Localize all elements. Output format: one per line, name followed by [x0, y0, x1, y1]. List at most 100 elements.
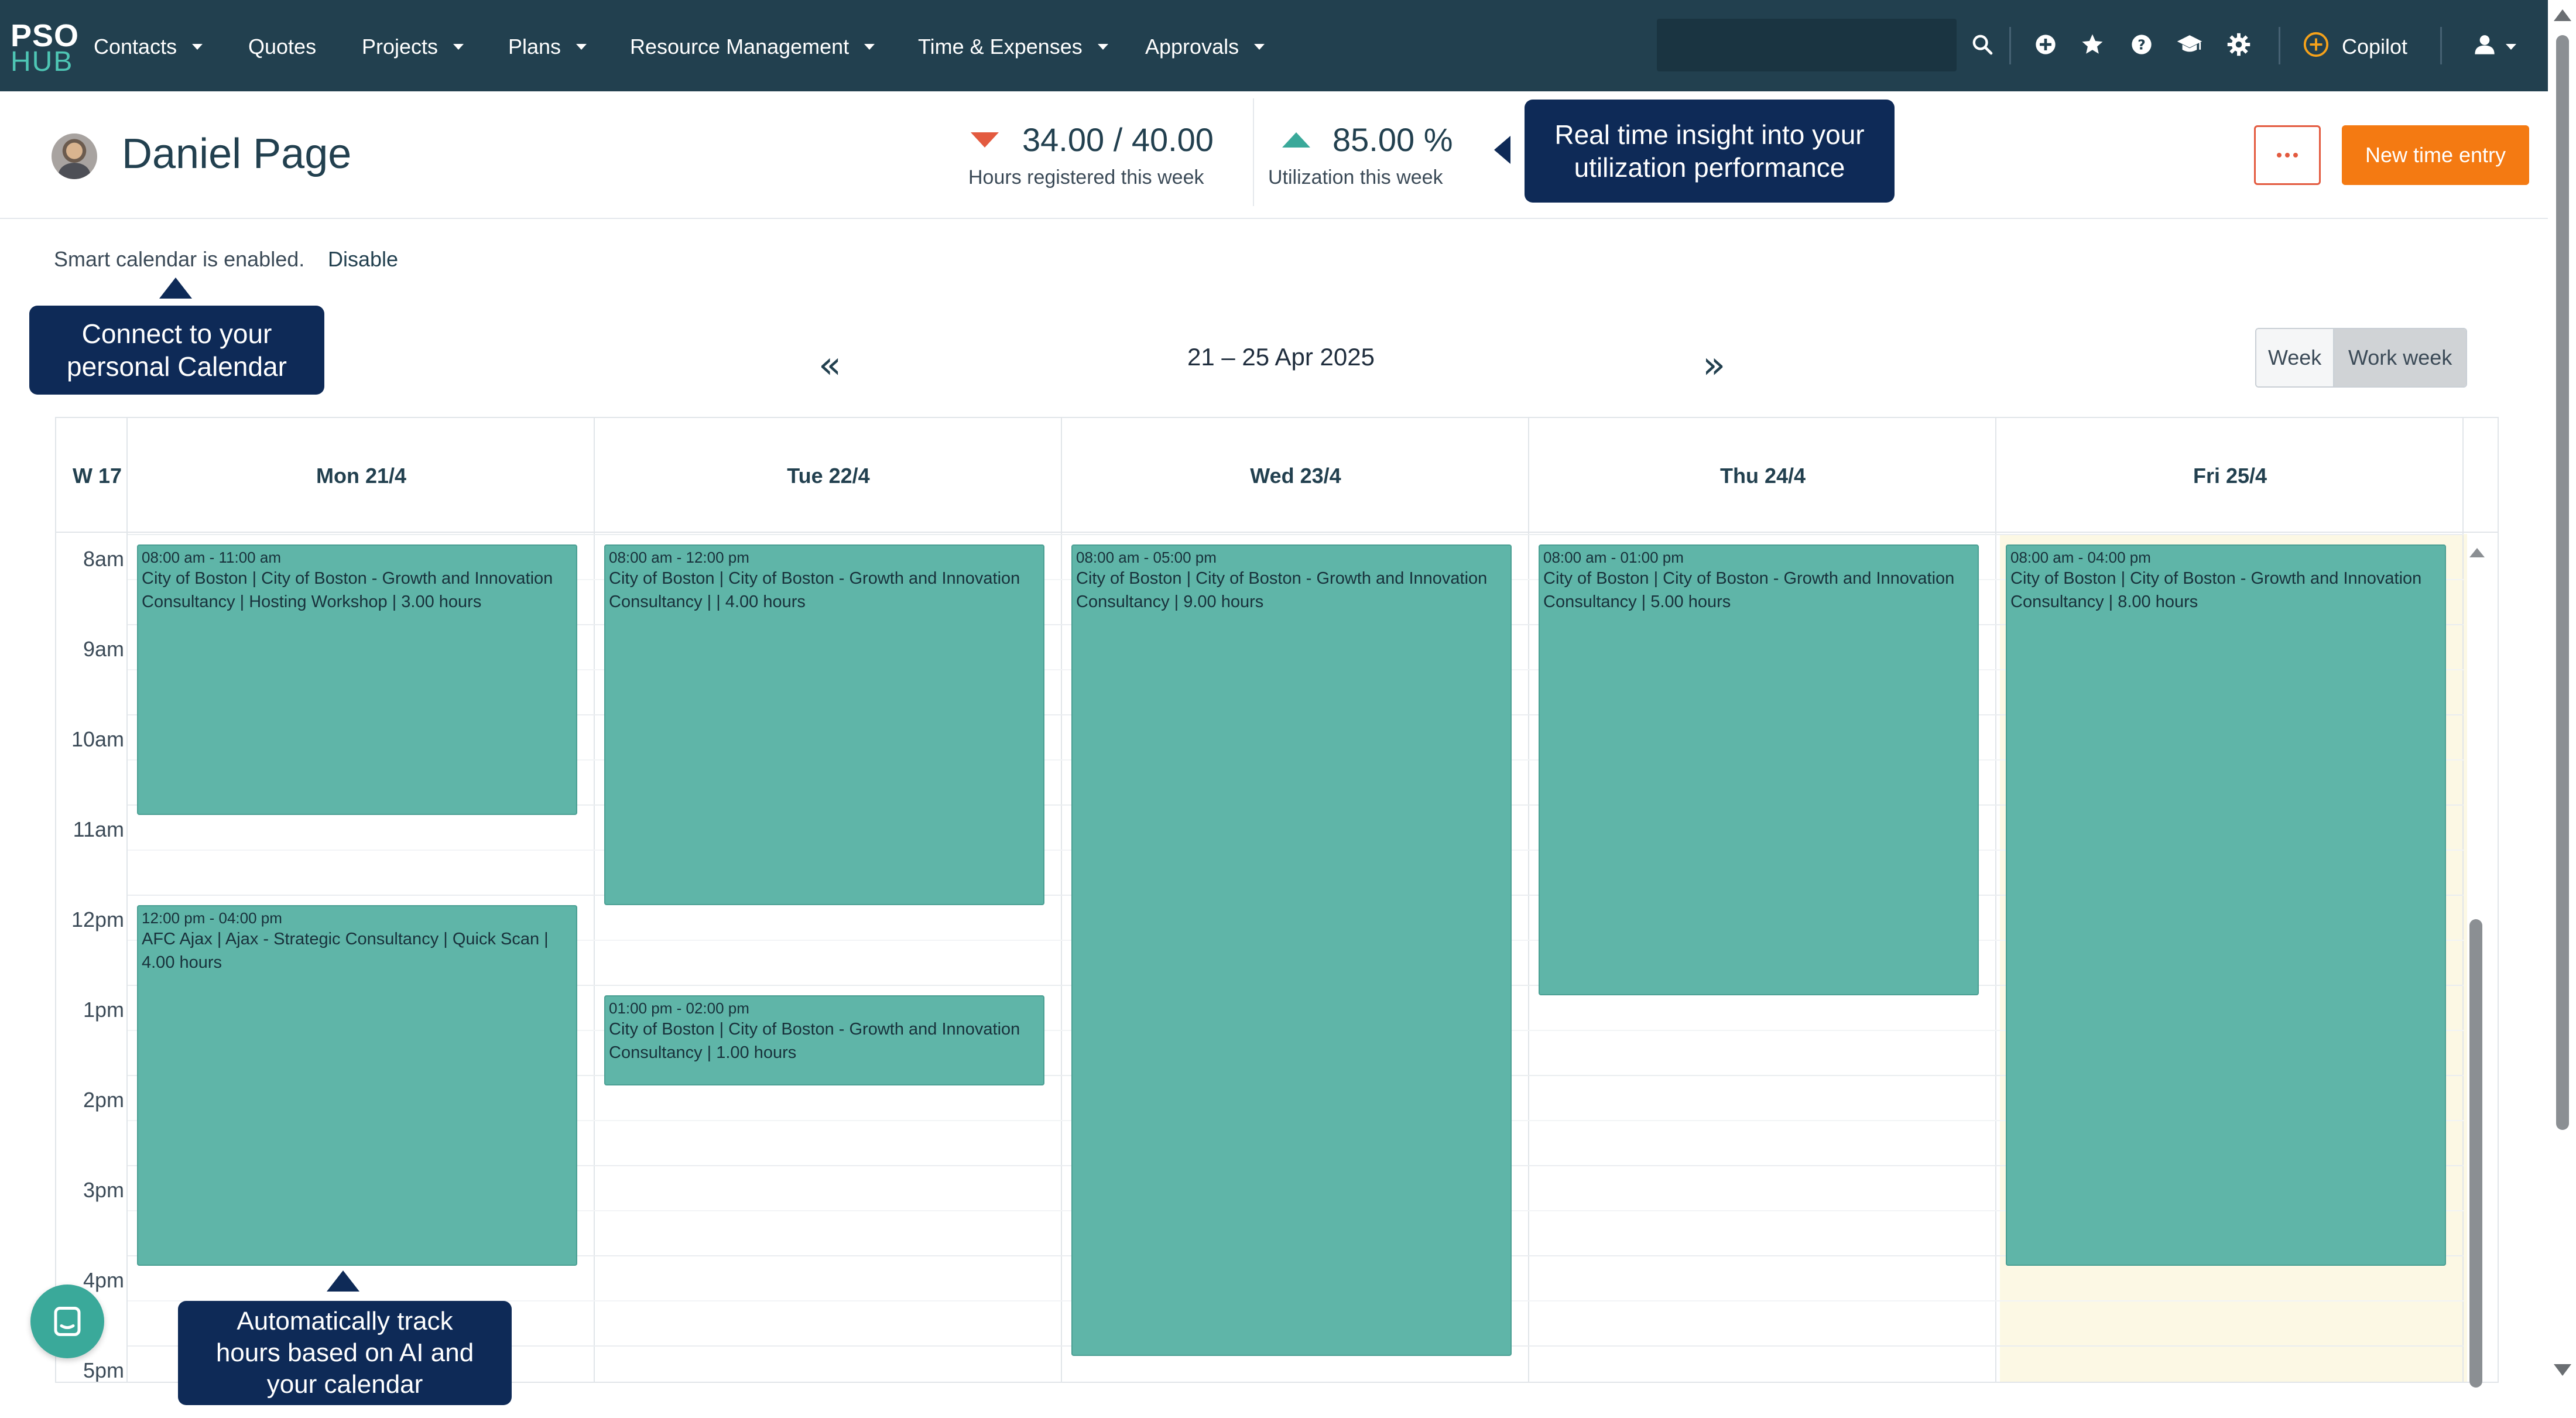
copilot-icon[interactable]: [2300, 28, 2332, 61]
search-input[interactable]: [1657, 19, 1957, 71]
page-title: Daniel Page: [122, 131, 352, 177]
time-entry-event[interactable]: 08:00 am - 11:00 am City of Boston | City…: [137, 544, 577, 815]
tooltip-line: Automatically track: [237, 1307, 453, 1336]
copilot-button[interactable]: Copilot: [2342, 32, 2407, 62]
utilization-insight-tooltip: Real time insight into your utilization …: [1525, 100, 1895, 203]
user-icon[interactable]: [2468, 28, 2501, 61]
scroll-up-icon[interactable]: [2554, 9, 2571, 21]
nav-projects[interactable]: Projects: [362, 32, 464, 62]
day-column-divider: [2462, 418, 2464, 1382]
nav-contacts[interactable]: Contacts: [94, 32, 203, 62]
event-time: 01:00 pm - 02:00 pm: [609, 999, 749, 1017]
hours-registered-value: 34.00 / 40.00: [1022, 121, 1214, 158]
event-time: 08:00 am - 01:00 pm: [1543, 549, 1684, 566]
time-entry-event[interactable]: 08:00 am - 04:00 pm City of Boston | City…: [2006, 544, 2446, 1266]
smart-calendar-status: Smart calendar is enabled.: [54, 247, 305, 271]
window-scrollbar[interactable]: [2556, 35, 2569, 1130]
nav-resource-management-label: Resource Management: [630, 35, 849, 59]
star-icon[interactable]: [2076, 28, 2109, 61]
week-view-button[interactable]: Week: [2256, 329, 2335, 386]
calendar-scroll-up-icon[interactable]: [2469, 548, 2485, 557]
new-time-entry-button[interactable]: New time entry: [2342, 125, 2529, 185]
tooltip-arrow: [1494, 136, 1510, 164]
ellipsis-icon: [2277, 153, 2282, 157]
trend-up-icon: [1282, 132, 1310, 148]
user-menu-toggle[interactable]: [2506, 32, 2516, 62]
nav-approvals[interactable]: Approvals: [1145, 32, 1265, 62]
hour-label: 10am: [71, 727, 124, 751]
pso-hub-logo[interactable]: PSO HUB: [11, 20, 78, 77]
tooltip-arrow: [327, 1270, 359, 1292]
connect-calendar-tooltip: Connect to your personal Calendar: [29, 306, 324, 395]
nav-time-expenses-label: Time & Expenses: [918, 35, 1083, 59]
chevron-down-icon: [864, 44, 875, 50]
chevron-down-icon: [453, 44, 464, 50]
graduation-cap-icon[interactable]: [2173, 28, 2206, 61]
plus-circle-icon[interactable]: [2029, 28, 2062, 61]
more-options-button[interactable]: [2254, 125, 2321, 185]
time-entry-event[interactable]: 12:00 pm - 04:00 pm AFC Ajax | Ajax - Str…: [137, 905, 577, 1266]
hour-label: 9am: [83, 637, 124, 661]
help-icon[interactable]: ?: [2125, 28, 2158, 61]
scroll-down-icon[interactable]: [2554, 1364, 2571, 1376]
nav-resource-management[interactable]: Resource Management: [630, 32, 875, 62]
double-chevron-right-icon[interactable]: »: [1703, 347, 1725, 384]
view-toggle: Week Work week: [2255, 328, 2467, 388]
page: PSO HUB Contacts Quotes Projects Plans R…: [0, 0, 2576, 1418]
disable-smart-calendar-link[interactable]: Disable: [328, 247, 398, 272]
tooltip-line: personal Calendar: [67, 351, 287, 382]
hours-registered-label: Hours registered this week: [968, 166, 1204, 189]
chevron-down-icon: [1254, 44, 1265, 50]
time-entry-event[interactable]: 08:00 am - 05:00 pm City of Boston | City…: [1071, 544, 1512, 1356]
hour-label: 3pm: [83, 1178, 124, 1202]
chat-button[interactable]: [30, 1285, 104, 1358]
event-time: 08:00 am - 12:00 pm: [609, 549, 749, 566]
utilization-label: Utilization this week: [1268, 166, 1443, 189]
date-range: 21 – 25 Apr 2025: [1187, 343, 1375, 371]
copilot-label: Copilot: [2342, 35, 2408, 59]
time-entry-event[interactable]: 08:00 am - 01:00 pm City of Boston | City…: [1539, 544, 1979, 995]
chevron-down-icon: [2506, 44, 2516, 50]
day-header[interactable]: Tue 22/4: [595, 464, 1062, 488]
hour-label: 1pm: [83, 998, 124, 1022]
chat-icon: [54, 1307, 81, 1336]
day-header[interactable]: Wed 23/4: [1062, 464, 1529, 488]
nav-plans[interactable]: Plans: [508, 32, 587, 62]
nav-contacts-label: Contacts: [94, 35, 177, 59]
hour-gridline: [128, 534, 2464, 535]
calendar-scrollbar[interactable]: [2469, 919, 2482, 1388]
hour-label: 2pm: [83, 1088, 124, 1112]
event-time: 08:00 am - 05:00 pm: [1076, 549, 1217, 566]
day-header[interactable]: Fri 25/4: [1996, 464, 2464, 488]
search-icon[interactable]: [1966, 28, 1999, 61]
nav-divider: [2279, 27, 2280, 64]
auto-track-tooltip: Automatically track hours based on AI an…: [178, 1301, 512, 1405]
event-description: City of Boston | City of Boston - Growth…: [1543, 569, 1955, 611]
work-week-view-button[interactable]: Work week: [2334, 329, 2466, 386]
tooltip-line: Real time insight into your: [1554, 119, 1865, 150]
nav-time-expenses[interactable]: Time & Expenses: [918, 32, 1108, 62]
chevron-down-icon: [576, 44, 587, 50]
event-time: 08:00 am - 04:00 pm: [2010, 549, 2151, 566]
day-column-divider: [1995, 418, 1996, 1382]
day-column-divider: [594, 418, 595, 1382]
day-column-divider: [1061, 418, 1062, 1382]
hour-label: 12pm: [71, 907, 124, 931]
time-entry-event[interactable]: 01:00 pm - 02:00 pm City of Boston | City…: [604, 995, 1044, 1085]
tooltip-line: your calendar: [266, 1369, 423, 1399]
nav-quotes[interactable]: Quotes: [248, 32, 316, 62]
gear-icon[interactable]: [2222, 28, 2255, 61]
day-header[interactable]: Thu 24/4: [1529, 464, 1996, 488]
event-time: 08:00 am - 11:00 am: [142, 549, 281, 566]
event-description: City of Boston | City of Boston - Growth…: [609, 569, 1020, 611]
nav-divider: [2009, 27, 2011, 64]
calendar-header: W 17 Mon 21/4 Tue 22/4 Wed 23/4 Thu 24/4 Fri…: [56, 418, 2498, 533]
time-entry-event[interactable]: 08:00 am - 12:00 pm City of Boston | City…: [604, 544, 1044, 905]
event-description: City of Boston | City of Boston - Growth…: [142, 569, 553, 611]
logo-bottom: HUB: [11, 46, 74, 77]
avatar: [52, 133, 97, 179]
double-chevron-left-icon[interactable]: «: [818, 347, 841, 384]
nav-plans-label: Plans: [508, 35, 561, 59]
hour-label: 8am: [83, 547, 124, 571]
day-header[interactable]: Mon 21/4: [128, 464, 595, 488]
